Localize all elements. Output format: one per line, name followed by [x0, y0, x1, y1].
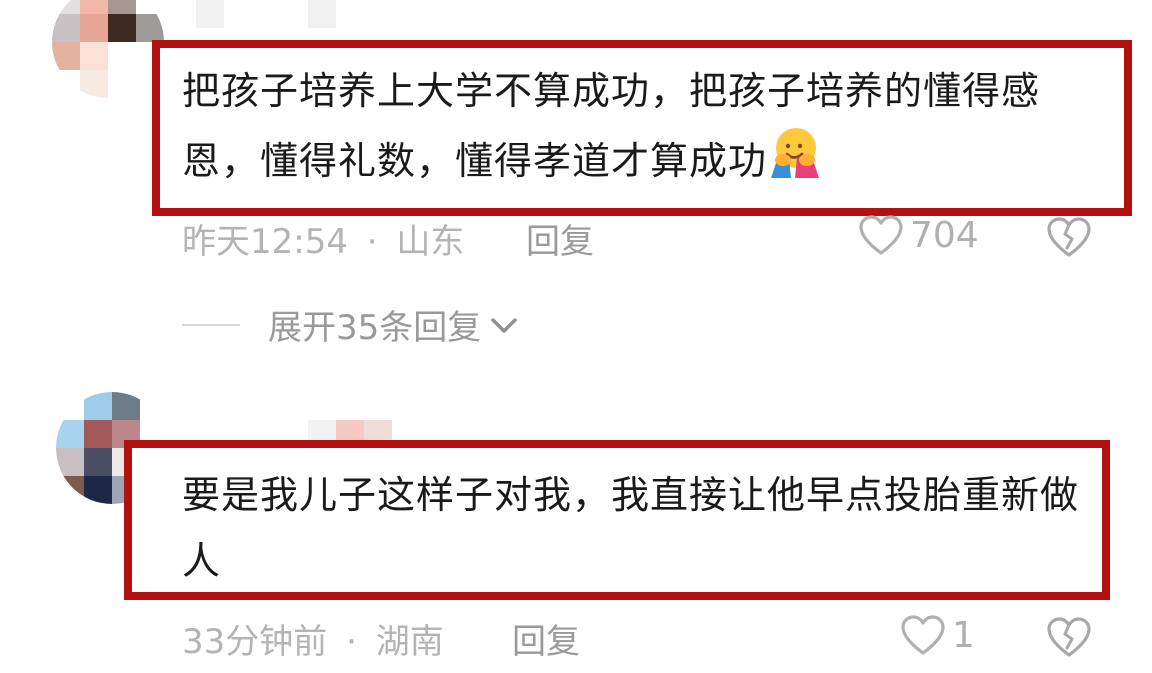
- timestamp: 昨天12:54: [182, 222, 348, 262]
- like-count: 1: [952, 614, 975, 656]
- comment-meta: 昨天12:54 · 山东: [182, 214, 464, 263]
- broken-heart-icon: [1047, 217, 1091, 257]
- reply-button[interactable]: 回复: [526, 214, 594, 263]
- comment-body: 把孩子培养上大学不算成功，把孩子培养的懂得感恩，懂得礼数，懂得孝道才算成功: [182, 69, 1041, 183]
- avatar[interactable]: [52, 0, 164, 98]
- heart-icon: [859, 215, 903, 255]
- dislike-button[interactable]: [1046, 616, 1092, 662]
- comment-text: 把孩子培养上大学不算成功，把孩子培养的懂得感恩，懂得礼数，懂得孝道才算成功: [182, 58, 1102, 200]
- broken-heart-icon: [1047, 617, 1091, 657]
- like-button[interactable]: 1: [900, 614, 975, 656]
- location: 湖南: [375, 622, 444, 662]
- expand-replies-button[interactable]: 展开35条回复: [182, 300, 521, 349]
- expand-replies-label: 展开35条回复: [268, 308, 482, 348]
- dislike-button[interactable]: [1046, 216, 1092, 262]
- separator: ·: [346, 622, 357, 662]
- separator: ·: [366, 222, 378, 262]
- location: 山东: [396, 222, 465, 262]
- heart-icon: [901, 615, 945, 655]
- chevron-down-icon: [491, 317, 517, 333]
- divider-line: [182, 323, 240, 326]
- timestamp: 33分钟前: [182, 622, 328, 662]
- comment-meta: 33分钟前 · 湖南: [182, 614, 444, 663]
- reply-button[interactable]: 回复: [512, 614, 580, 663]
- hugging-face-icon: [767, 124, 823, 200]
- username[interactable]: [196, 0, 336, 28]
- like-button[interactable]: 704: [858, 214, 979, 256]
- like-count: 704: [910, 214, 979, 256]
- comment-text: 要是我儿子这样子对我，我直接让他早点投胎重新做人: [182, 473, 1080, 583]
